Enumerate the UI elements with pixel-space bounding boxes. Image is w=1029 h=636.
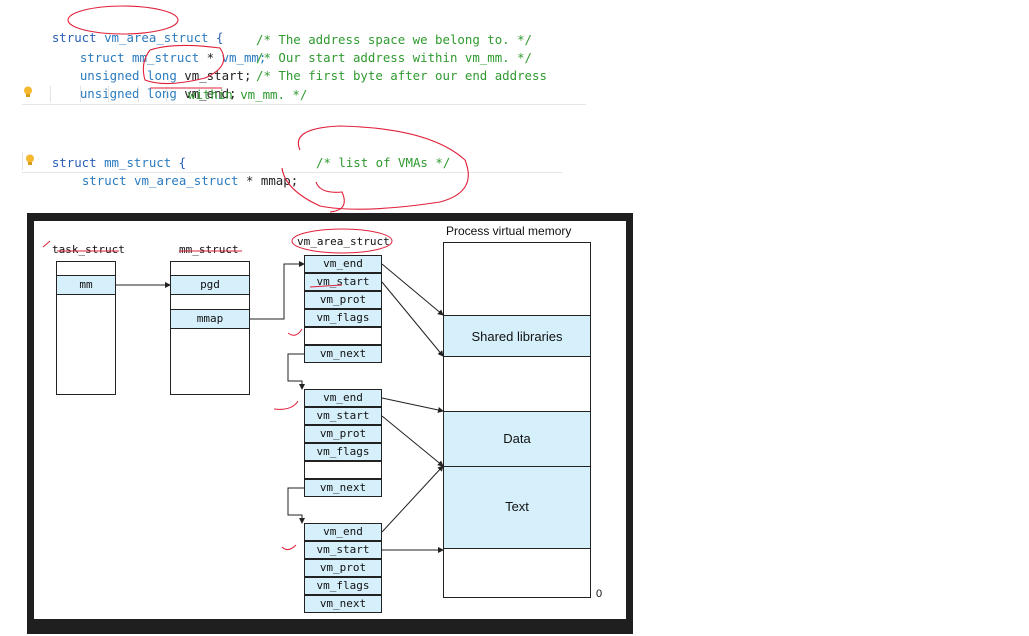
indent-guide	[138, 86, 139, 102]
code-comment-continued: within vm_mm. */	[188, 87, 308, 102]
diagram-connectors	[42, 228, 444, 553]
annotation-mark	[42, 240, 51, 248]
code-line-vm-start: unsigned long vm_start;	[79, 68, 252, 83]
code-line-struct-vm-area: struct vm_area_struct {	[51, 30, 224, 45]
indent-guide	[80, 86, 81, 102]
code-comment: /* The address space we belong to. */	[256, 32, 533, 47]
diagram-canvas: task_struct mm_struct vm_area_struct Pro…	[34, 221, 626, 619]
indent-guide	[50, 86, 51, 102]
lightbulb-icon[interactable]	[25, 154, 35, 167]
arrow-mmap-to-vma	[250, 261, 305, 320]
annotation-stroke	[315, 181, 345, 213]
line-separator	[22, 104, 586, 105]
annotation-underline	[309, 284, 343, 288]
lightbulb-icon[interactable]	[23, 86, 33, 99]
arrow-vma2-start	[381, 415, 444, 467]
indent-guide	[22, 152, 23, 170]
annotation-check	[287, 328, 303, 336]
arrow-vma2-end	[381, 397, 444, 413]
annotation-circle	[291, 228, 393, 254]
code-comment: /* list of VMAs */	[316, 155, 451, 170]
line-separator	[22, 172, 562, 173]
annotation-check	[273, 400, 299, 410]
code-line-vm-end: unsigned long vm_end;	[79, 86, 237, 101]
annotation-check	[281, 544, 297, 551]
arrow-vma1-start	[381, 281, 444, 357]
arrow-vma2-next	[287, 487, 305, 524]
arrow-vma3-end	[381, 465, 444, 533]
indent-guide	[166, 86, 167, 102]
code-line-struct-mm: struct mm_struct {	[51, 155, 187, 170]
code-line-mmap: struct vm_area_struct * mmap;	[81, 173, 299, 188]
code-comment: /* The first byte after our end address	[256, 68, 547, 83]
code-line-vm-mm: struct mm_struct * vm_mm;	[79, 50, 267, 65]
code-comment: /* Our start address within vm_mm. */	[256, 50, 533, 65]
arrow-vma1-end	[381, 263, 444, 316]
indent-guide	[108, 86, 109, 102]
vm-diagram-image: task_struct mm_struct vm_area_struct Pro…	[27, 213, 633, 634]
arrow-vma1-next	[287, 353, 305, 390]
